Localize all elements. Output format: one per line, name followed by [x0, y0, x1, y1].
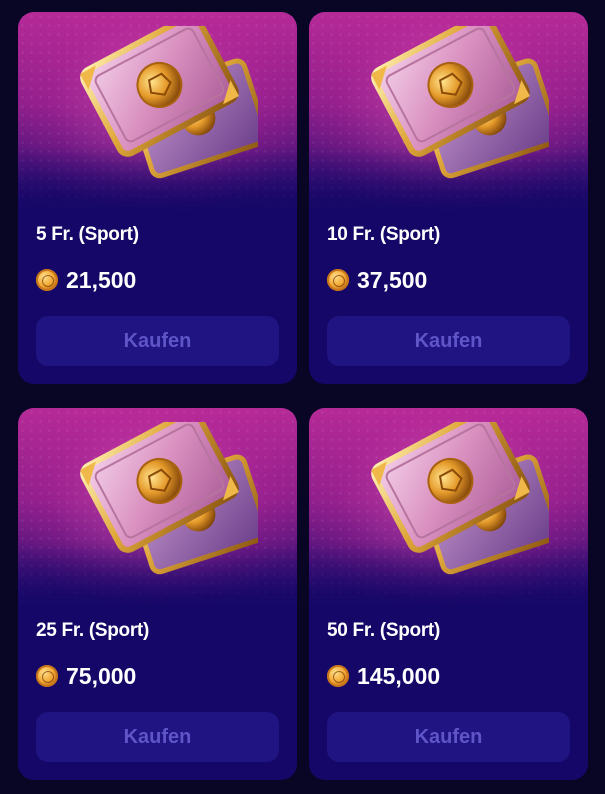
product-hero [18, 12, 297, 217]
buy-button[interactable]: Kaufen [327, 316, 570, 366]
product-card: 25 Fr. (Sport) 75,000 Kaufen [18, 408, 297, 780]
product-title: 10 Fr. (Sport) [327, 224, 440, 245]
product-grid: 5 Fr. (Sport) 21,500 Kaufen 10 Fr. (Spor… [0, 0, 605, 794]
buy-button[interactable]: Kaufen [36, 316, 279, 366]
product-hero [18, 408, 297, 613]
banknotes-icon [349, 26, 549, 206]
product-hero [309, 408, 588, 613]
product-price: 145,000 [357, 662, 441, 689]
product-price: 37,500 [357, 266, 428, 293]
product-hero [309, 12, 588, 217]
product-price: 21,500 [66, 266, 137, 293]
product-title: 50 Fr. (Sport) [327, 620, 440, 641]
price-row: 37,500 [327, 266, 427, 294]
gold-coin-icon [36, 665, 58, 687]
buy-button[interactable]: Kaufen [327, 712, 570, 762]
gold-coin-icon [327, 269, 349, 291]
product-title: 25 Fr. (Sport) [36, 620, 149, 641]
product-title: 5 Fr. (Sport) [36, 224, 139, 245]
product-card: 5 Fr. (Sport) 21,500 Kaufen [18, 12, 297, 384]
banknotes-icon [58, 26, 258, 206]
banknotes-icon [349, 422, 549, 602]
product-card: 50 Fr. (Sport) 145,000 Kaufen [309, 408, 588, 780]
price-row: 145,000 [327, 662, 440, 690]
buy-button[interactable]: Kaufen [36, 712, 279, 762]
product-price: 75,000 [66, 662, 137, 689]
price-row: 21,500 [36, 266, 136, 294]
price-row: 75,000 [36, 662, 136, 690]
product-card: 10 Fr. (Sport) 37,500 Kaufen [309, 12, 588, 384]
gold-coin-icon [36, 269, 58, 291]
gold-coin-icon [327, 665, 349, 687]
banknotes-icon [58, 422, 258, 602]
